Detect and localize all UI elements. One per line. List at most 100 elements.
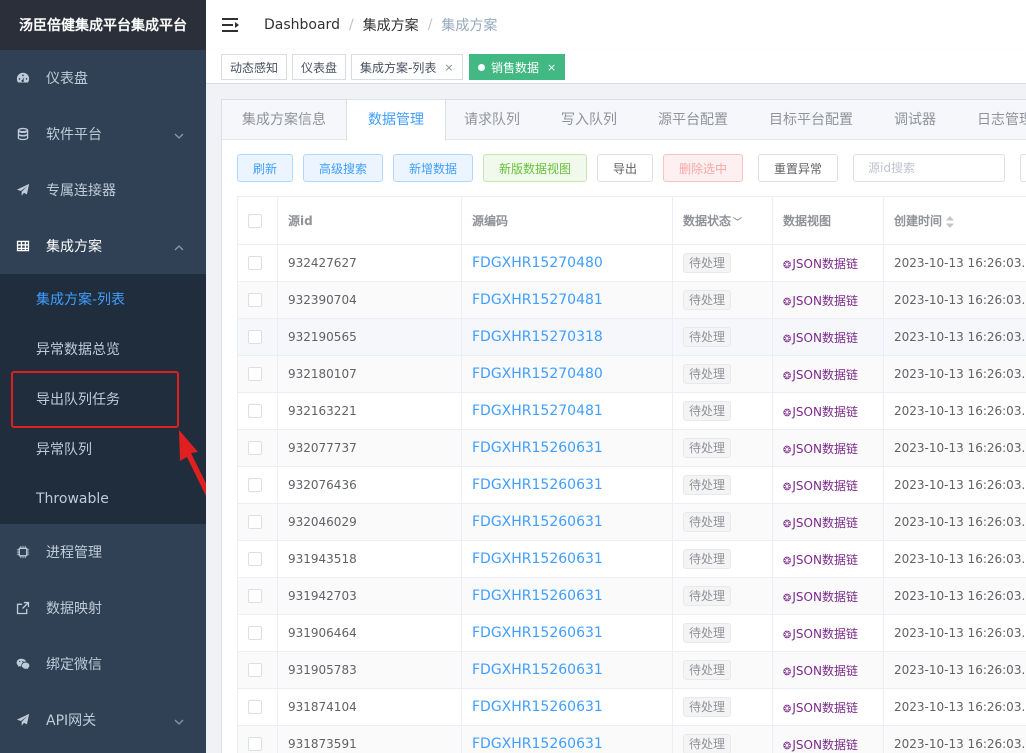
add-data-button[interactable]: 新增数据 [393, 154, 473, 182]
sidebar-item-connector[interactable]: 专属连接器 [0, 162, 206, 218]
hamburger-menu-icon[interactable] [222, 17, 240, 33]
select-all-checkbox[interactable] [248, 213, 262, 228]
new-data-view-button[interactable]: 新版数据视图 [483, 154, 587, 182]
table-row[interactable]: 932163221 FDGXHR15270481 待处理 ❂JSON数据链 2023-1… [237, 392, 1026, 430]
json-chain-link[interactable]: ❂JSON数据链 [783, 738, 858, 752]
tab-target-config[interactable]: 目标平台配置 [769, 100, 853, 140]
more-button[interactable] [1020, 154, 1026, 182]
source-code-link[interactable]: FDGXHR15270318 [472, 329, 603, 345]
json-chain-link[interactable]: ❂JSON数据链 [783, 405, 858, 419]
sidebar-item-api-gateway[interactable]: API网关 [0, 692, 206, 748]
table-row[interactable]: 932076436 FDGXHR15260631 待处理 ❂JSON数据链 2023-1… [237, 466, 1026, 504]
json-chain-link[interactable]: ❂JSON数据链 [783, 516, 858, 530]
table-row[interactable]: 931943518 FDGXHR15260631 待处理 ❂JSON数据链 2023-1… [237, 540, 1026, 578]
json-chain-label: JSON数据链 [792, 589, 858, 604]
table-row[interactable]: 931905783 FDGXHR15260631 待处理 ❂JSON数据链 2023-1… [237, 651, 1026, 689]
row-checkbox[interactable] [248, 515, 262, 530]
table-row[interactable]: 932390704 FDGXHR15270481 待处理 ❂JSON数据链 2023-1… [237, 281, 1026, 319]
json-chain-link[interactable]: ❂JSON数据链 [783, 590, 858, 604]
json-chain-link[interactable]: ❂JSON数据链 [783, 479, 858, 493]
source-code-link[interactable]: FDGXHR15270481 [472, 292, 603, 308]
sidebar-item-software-platform[interactable]: 软件平台 [0, 106, 206, 162]
row-checkbox[interactable] [248, 700, 262, 715]
sidebar-item-integration[interactable]: 集成方案 [0, 218, 206, 274]
json-chain-link[interactable]: ❂JSON数据链 [783, 701, 858, 715]
sidebar-item-wechat[interactable]: 绑定微信 [0, 636, 206, 692]
row-checkbox[interactable] [248, 663, 262, 678]
row-checkbox[interactable] [248, 441, 262, 456]
submenu-item-scheme-list[interactable]: 集成方案-列表 [0, 274, 206, 324]
row-checkbox[interactable] [248, 737, 262, 752]
table-row[interactable]: 932077737 FDGXHR15260631 待处理 ❂JSON数据链 2023-1… [237, 429, 1026, 467]
refresh-button[interactable]: 刷新 [237, 154, 293, 182]
sidebar-item-dashboard[interactable]: 仪表盘 [0, 50, 206, 106]
tag-dynamic-sense[interactable]: 动态感知 [221, 54, 288, 80]
source-code-link[interactable]: FDGXHR15260631 [472, 662, 603, 678]
table-row[interactable]: 932046029 FDGXHR15260631 待处理 ❂JSON数据链 2023-1… [237, 503, 1026, 541]
submenu-item-throwable[interactable]: Throwable [0, 474, 206, 524]
row-checkbox[interactable] [248, 552, 262, 567]
source-code-link[interactable]: FDGXHR15260631 [472, 625, 603, 641]
source-code-link[interactable]: FDGXHR15270481 [472, 403, 603, 419]
row-checkbox[interactable] [248, 589, 262, 604]
json-chain-link[interactable]: ❂JSON数据链 [783, 442, 858, 456]
source-code-link[interactable]: FDGXHR15260631 [472, 736, 603, 752]
submenu-item-exception-queue[interactable]: 异常队列 [0, 424, 206, 474]
header-status[interactable]: 数据状态 ﹀ [672, 196, 773, 245]
sidebar-item-data-mapping[interactable]: 数据映射 [0, 580, 206, 636]
table-row[interactable]: 931906464 FDGXHR15260631 待处理 ❂JSON数据链 2023-1… [237, 614, 1026, 652]
row-checkbox[interactable] [248, 367, 262, 382]
json-chain-link[interactable]: ❂JSON数据链 [783, 257, 858, 271]
row-checkbox[interactable] [248, 256, 262, 271]
json-chain-link[interactable]: ❂JSON数据链 [783, 368, 858, 382]
reset-exception-button[interactable]: 重置异常 [758, 154, 838, 182]
submenu-item-export-queue[interactable]: 导出队列任务 [0, 374, 206, 424]
table-row[interactable]: 931873591 FDGXHR15260631 待处理 ❂JSON数据链 2023-1… [237, 725, 1026, 753]
source-code-link[interactable]: FDGXHR15260631 [472, 440, 603, 456]
json-chain-link[interactable]: ❂JSON数据链 [783, 294, 858, 308]
submenu-item-exception-overview[interactable]: 异常数据总览 [0, 324, 206, 374]
tab-source-config[interactable]: 源平台配置 [658, 100, 728, 140]
table-row[interactable]: 932427627 FDGXHR15270480 待处理 ❂JSON数据链 2023-1… [237, 244, 1026, 282]
export-button[interactable]: 导出 [597, 154, 653, 182]
source-code-link[interactable]: FDGXHR15260631 [472, 551, 603, 567]
close-icon[interactable]: × [547, 61, 556, 74]
source-code-link[interactable]: FDGXHR15260631 [472, 514, 603, 530]
source-code-link[interactable]: FDGXHR15270480 [472, 366, 603, 382]
table-row[interactable]: 932180107 FDGXHR15270480 待处理 ❂JSON数据链 2023-1… [237, 355, 1026, 393]
sidebar-item-process[interactable]: 进程管理 [0, 524, 206, 580]
tag-dashboard[interactable]: 仪表盘 [292, 54, 347, 80]
source-id-search-input[interactable] [853, 154, 1005, 182]
source-code-link[interactable]: FDGXHR15270480 [472, 255, 603, 271]
tab-debugger[interactable]: 调试器 [894, 100, 936, 140]
row-checkbox[interactable] [248, 478, 262, 493]
row-checkbox[interactable] [248, 404, 262, 419]
tab-write-queue[interactable]: 写入队列 [561, 100, 617, 140]
json-chain-link[interactable]: ❂JSON数据链 [783, 627, 858, 641]
tab-log-management[interactable]: 日志管理 [977, 100, 1026, 140]
source-code-link[interactable]: FDGXHR15260631 [472, 477, 603, 493]
table-row[interactable]: 931942703 FDGXHR15260631 待处理 ❂JSON数据链 2023-1… [237, 577, 1026, 615]
row-checkbox[interactable] [248, 626, 262, 641]
tab-scheme-info[interactable]: 集成方案信息 [242, 100, 326, 140]
json-chain-link[interactable]: ❂JSON数据链 [783, 331, 858, 345]
table-row[interactable]: 931874104 FDGXHR15260631 待处理 ❂JSON数据链 2023-1… [237, 688, 1026, 726]
advanced-search-button[interactable]: 高级搜索 [303, 154, 383, 182]
sort-icon[interactable] [945, 215, 955, 228]
tab-request-queue[interactable]: 请求队列 [464, 100, 520, 140]
delete-selected-button[interactable]: 删除选中 [663, 154, 743, 182]
source-code-link[interactable]: FDGXHR15260631 [472, 699, 603, 715]
table-row[interactable]: 932190565 FDGXHR15270318 待处理 ❂JSON数据链 2023-1… [237, 318, 1026, 356]
tag-sales-data[interactable]: 销售数据 × [469, 54, 566, 80]
tab-data-management[interactable]: 数据管理 [346, 100, 446, 141]
header-created[interactable]: 创建时间 [883, 196, 1026, 245]
row-checkbox[interactable] [248, 293, 262, 308]
breadcrumb-item-dashboard[interactable]: Dashboard [264, 17, 340, 33]
source-code-link[interactable]: FDGXHR15260631 [472, 588, 603, 604]
breadcrumb-item-integration[interactable]: 集成方案 [363, 15, 419, 35]
row-checkbox[interactable] [248, 330, 262, 345]
tag-scheme-list[interactable]: 集成方案-列表 × [351, 54, 463, 80]
json-chain-link[interactable]: ❂JSON数据链 [783, 553, 858, 567]
close-icon[interactable]: × [444, 61, 453, 74]
json-chain-link[interactable]: ❂JSON数据链 [783, 664, 858, 678]
